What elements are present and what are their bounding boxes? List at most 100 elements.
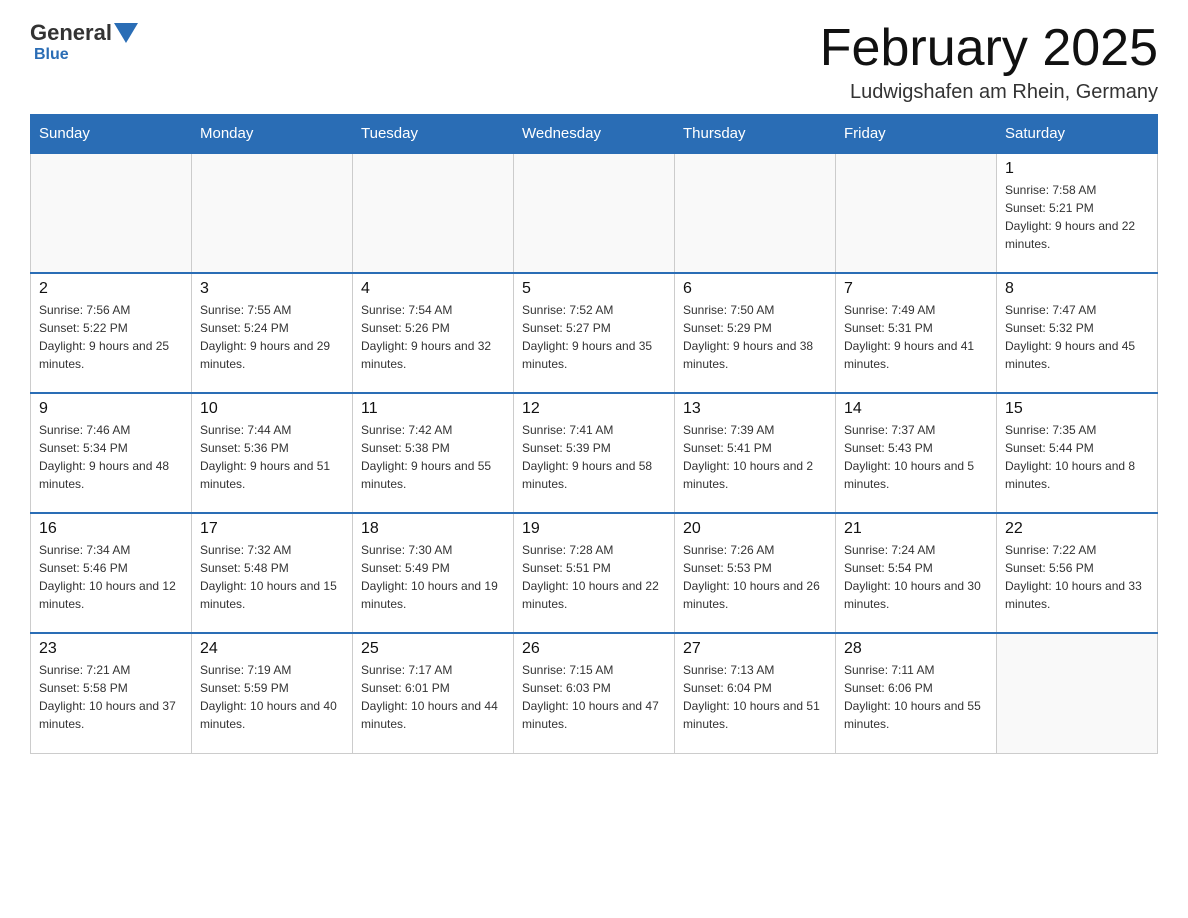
calendar-cell: 23Sunrise: 7:21 AM Sunset: 5:58 PM Dayli… (31, 633, 192, 753)
day-number: 24 (200, 640, 344, 658)
calendar-cell (192, 153, 353, 273)
weekday-header-monday: Monday (192, 115, 353, 154)
calendar-cell: 1 Sunrise: 7:58 AM Sunset: 5:21 PM Daylig… (997, 153, 1158, 273)
day-number: 15 (1005, 400, 1149, 418)
calendar-cell (353, 153, 514, 273)
calendar-cell: 22Sunrise: 7:22 AM Sunset: 5:56 PM Dayli… (997, 513, 1158, 633)
day-number: 11 (361, 400, 505, 418)
weekday-header-tuesday: Tuesday (353, 115, 514, 154)
weekday-header-row: SundayMondayTuesdayWednesdayThursdayFrid… (31, 115, 1158, 154)
weekday-header-thursday: Thursday (675, 115, 836, 154)
day-info: Sunrise: 7:39 AM Sunset: 5:41 PM Dayligh… (683, 421, 827, 493)
calendar-cell: 3 Sunrise: 7:55 AM Sunset: 5:24 PM Daylig… (192, 273, 353, 393)
day-info: Sunrise: 7:44 AM Sunset: 5:36 PM Dayligh… (200, 421, 344, 493)
day-info: Sunrise: 7:49 AM Sunset: 5:31 PM Dayligh… (844, 301, 988, 373)
day-number: 4 (361, 280, 505, 298)
weekday-header-wednesday: Wednesday (514, 115, 675, 154)
calendar-cell: 9 Sunrise: 7:46 AM Sunset: 5:34 PM Daylig… (31, 393, 192, 513)
day-info: Sunrise: 7:47 AM Sunset: 5:32 PM Dayligh… (1005, 301, 1149, 373)
day-number: 27 (683, 640, 827, 658)
weekday-header-saturday: Saturday (997, 115, 1158, 154)
day-number: 13 (683, 400, 827, 418)
calendar-table: SundayMondayTuesdayWednesdayThursdayFrid… (30, 114, 1158, 754)
day-info: Sunrise: 7:52 AM Sunset: 5:27 PM Dayligh… (522, 301, 666, 373)
calendar-cell: 15 Sunrise: 7:35 AM Sunset: 5:44 PM Dayli… (997, 393, 1158, 513)
calendar-cell: 25 Sunrise: 7:17 AM Sunset: 6:01 PM Dayli… (353, 633, 514, 753)
logo-general-text: General (30, 20, 112, 46)
day-number: 17 (200, 520, 344, 538)
day-number: 23 (39, 640, 183, 658)
page-header: General Blue February 2025 Ludwigshafen … (30, 20, 1158, 104)
day-info: Sunrise: 7:15 AM Sunset: 6:03 PM Dayligh… (522, 661, 666, 733)
calendar-cell: 19 Sunrise: 7:28 AM Sunset: 5:51 PM Dayli… (514, 513, 675, 633)
day-info: Sunrise: 7:35 AM Sunset: 5:44 PM Dayligh… (1005, 421, 1149, 493)
day-number: 25 (361, 640, 505, 658)
day-info: Sunrise: 7:28 AM Sunset: 5:51 PM Dayligh… (522, 541, 666, 613)
calendar-cell: 7 Sunrise: 7:49 AM Sunset: 5:31 PM Daylig… (836, 273, 997, 393)
week-row-2: 2 Sunrise: 7:56 AM Sunset: 5:22 PM Daylig… (31, 273, 1158, 393)
day-number: 26 (522, 640, 666, 658)
week-row-5: 23Sunrise: 7:21 AM Sunset: 5:58 PM Dayli… (31, 633, 1158, 753)
day-number: 3 (200, 280, 344, 298)
calendar-cell (675, 153, 836, 273)
day-info: Sunrise: 7:26 AM Sunset: 5:53 PM Dayligh… (683, 541, 827, 613)
day-number: 9 (39, 400, 183, 418)
calendar-cell: 10 Sunrise: 7:44 AM Sunset: 5:36 PM Dayli… (192, 393, 353, 513)
calendar-cell: 13 Sunrise: 7:39 AM Sunset: 5:41 PM Dayli… (675, 393, 836, 513)
day-number: 2 (39, 280, 183, 298)
month-year-title: February 2025 (820, 20, 1158, 77)
day-number: 16 (39, 520, 183, 538)
day-number: 28 (844, 640, 988, 658)
calendar-cell: 27 Sunrise: 7:13 AM Sunset: 6:04 PM Dayli… (675, 633, 836, 753)
calendar-cell: 4 Sunrise: 7:54 AM Sunset: 5:26 PM Daylig… (353, 273, 514, 393)
day-info: Sunrise: 7:34 AM Sunset: 5:46 PM Dayligh… (39, 541, 183, 613)
weekday-header-sunday: Sunday (31, 115, 192, 154)
day-info: Sunrise: 7:13 AM Sunset: 6:04 PM Dayligh… (683, 661, 827, 733)
logo-arrow-icon (114, 23, 138, 43)
calendar-cell: 26 Sunrise: 7:15 AM Sunset: 6:03 PM Dayli… (514, 633, 675, 753)
logo: General Blue (30, 20, 140, 64)
day-info: Sunrise: 7:19 AM Sunset: 5:59 PM Dayligh… (200, 661, 344, 733)
calendar-cell (514, 153, 675, 273)
calendar-cell: 14 Sunrise: 7:37 AM Sunset: 5:43 PM Dayli… (836, 393, 997, 513)
calendar-cell (836, 153, 997, 273)
calendar-cell (997, 633, 1158, 753)
day-number: 14 (844, 400, 988, 418)
day-info: Sunrise: 7:46 AM Sunset: 5:34 PM Dayligh… (39, 421, 183, 493)
day-info: Sunrise: 7:24 AM Sunset: 5:54 PM Dayligh… (844, 541, 988, 613)
day-number: 18 (361, 520, 505, 538)
day-number: 21 (844, 520, 988, 538)
title-section: February 2025 Ludwigshafen am Rhein, Ger… (820, 20, 1158, 104)
day-info: Sunrise: 7:41 AM Sunset: 5:39 PM Dayligh… (522, 421, 666, 493)
day-info: Sunrise: 7:32 AM Sunset: 5:48 PM Dayligh… (200, 541, 344, 613)
day-info: Sunrise: 7:55 AM Sunset: 5:24 PM Dayligh… (200, 301, 344, 373)
day-number: 6 (683, 280, 827, 298)
calendar-cell: 21 Sunrise: 7:24 AM Sunset: 5:54 PM Dayli… (836, 513, 997, 633)
day-info: Sunrise: 7:54 AM Sunset: 5:26 PM Dayligh… (361, 301, 505, 373)
day-number: 20 (683, 520, 827, 538)
day-info: Sunrise: 7:17 AM Sunset: 6:01 PM Dayligh… (361, 661, 505, 733)
calendar-cell: 24 Sunrise: 7:19 AM Sunset: 5:59 PM Dayli… (192, 633, 353, 753)
calendar-cell: 5Sunrise: 7:52 AM Sunset: 5:27 PM Daylig… (514, 273, 675, 393)
day-info: Sunrise: 7:58 AM Sunset: 5:21 PM Dayligh… (1005, 181, 1149, 253)
day-number: 7 (844, 280, 988, 298)
day-info: Sunrise: 7:50 AM Sunset: 5:29 PM Dayligh… (683, 301, 827, 373)
day-number: 19 (522, 520, 666, 538)
calendar-cell: 17 Sunrise: 7:32 AM Sunset: 5:48 PM Dayli… (192, 513, 353, 633)
day-info: Sunrise: 7:37 AM Sunset: 5:43 PM Dayligh… (844, 421, 988, 493)
calendar-cell: 16 Sunrise: 7:34 AM Sunset: 5:46 PM Dayli… (31, 513, 192, 633)
day-number: 10 (200, 400, 344, 418)
day-info: Sunrise: 7:42 AM Sunset: 5:38 PM Dayligh… (361, 421, 505, 493)
calendar-cell: 8Sunrise: 7:47 AM Sunset: 5:32 PM Daylig… (997, 273, 1158, 393)
week-row-4: 16 Sunrise: 7:34 AM Sunset: 5:46 PM Dayli… (31, 513, 1158, 633)
day-number: 1 (1005, 160, 1149, 178)
calendar-cell: 20 Sunrise: 7:26 AM Sunset: 5:53 PM Dayli… (675, 513, 836, 633)
day-info: Sunrise: 7:22 AM Sunset: 5:56 PM Dayligh… (1005, 541, 1149, 613)
day-info: Sunrise: 7:30 AM Sunset: 5:49 PM Dayligh… (361, 541, 505, 613)
calendar-cell: 28Sunrise: 7:11 AM Sunset: 6:06 PM Dayli… (836, 633, 997, 753)
weekday-header-friday: Friday (836, 115, 997, 154)
week-row-1: 1 Sunrise: 7:58 AM Sunset: 5:21 PM Daylig… (31, 153, 1158, 273)
day-info: Sunrise: 7:56 AM Sunset: 5:22 PM Dayligh… (39, 301, 183, 373)
location-subtitle: Ludwigshafen am Rhein, Germany (820, 81, 1158, 104)
calendar-cell: 6 Sunrise: 7:50 AM Sunset: 5:29 PM Daylig… (675, 273, 836, 393)
